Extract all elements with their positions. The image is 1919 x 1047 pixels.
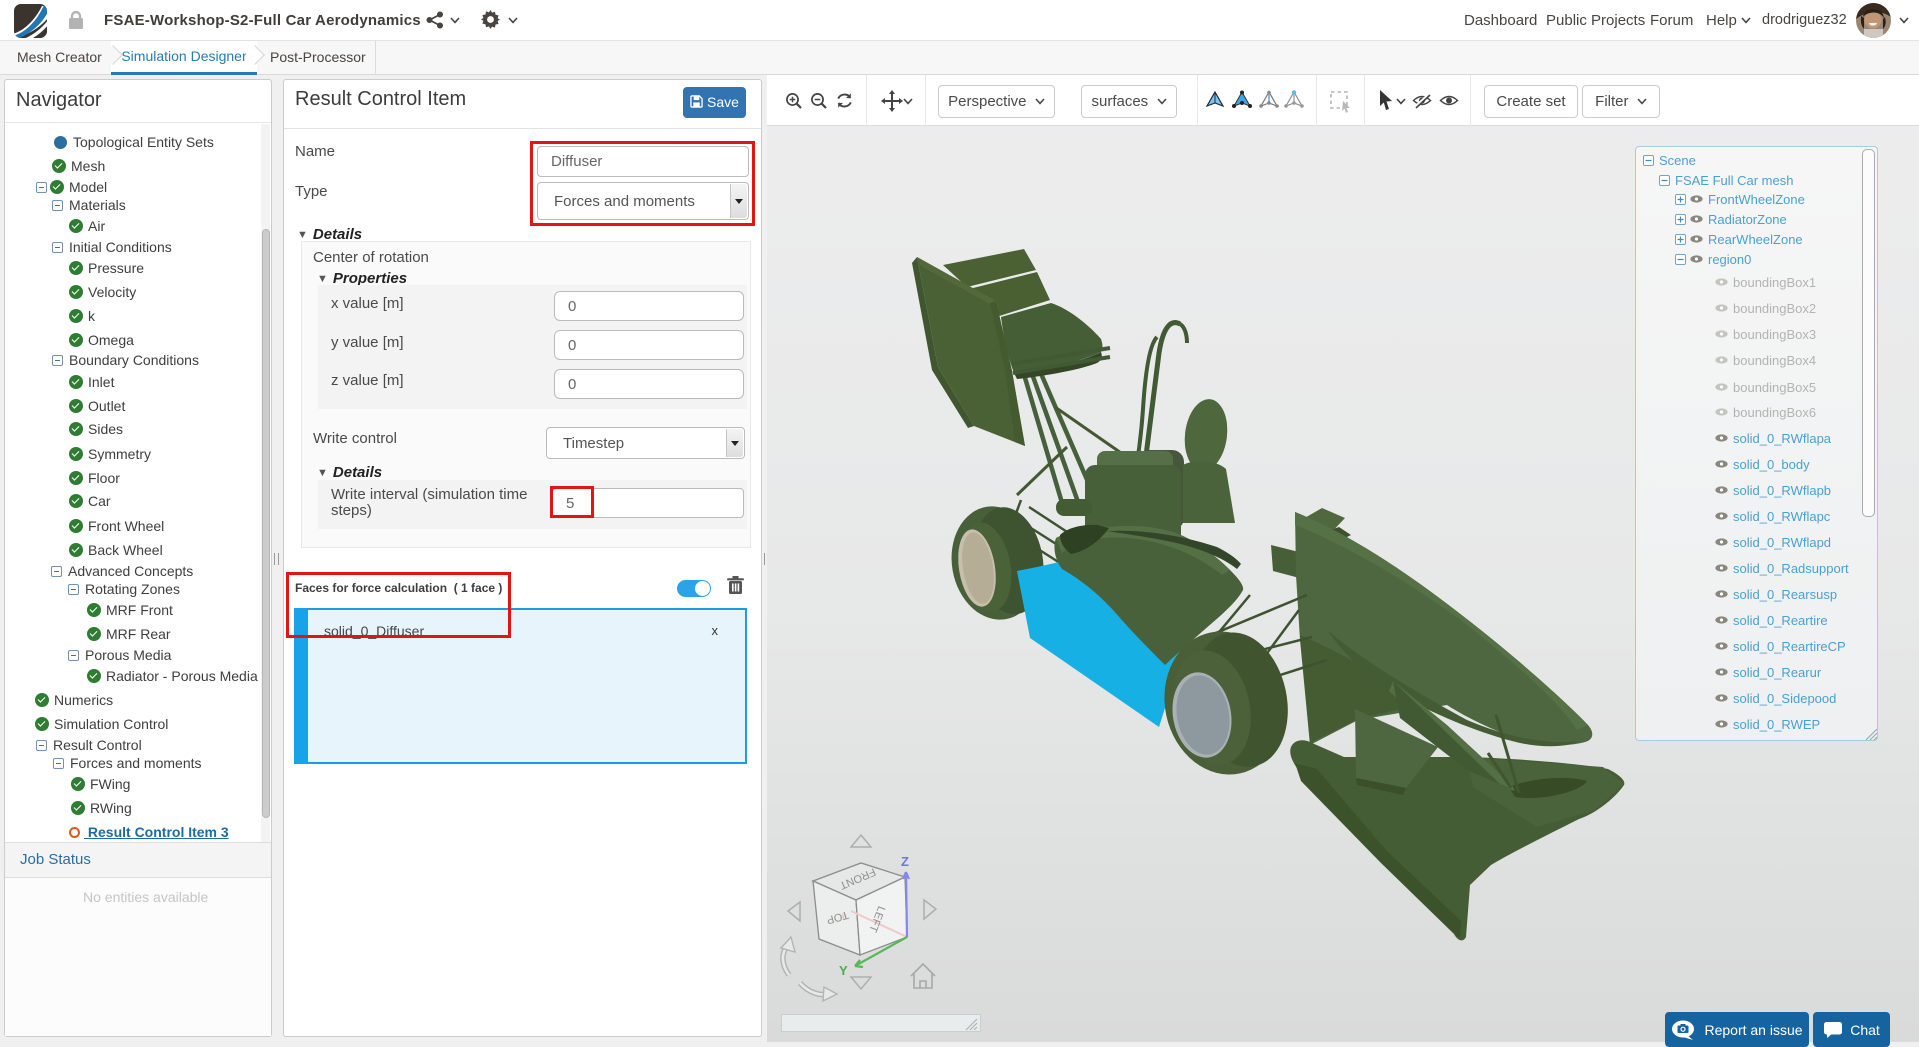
svg-text:Z: Z — [901, 854, 909, 869]
svg-text:Y: Y — [839, 963, 848, 978]
